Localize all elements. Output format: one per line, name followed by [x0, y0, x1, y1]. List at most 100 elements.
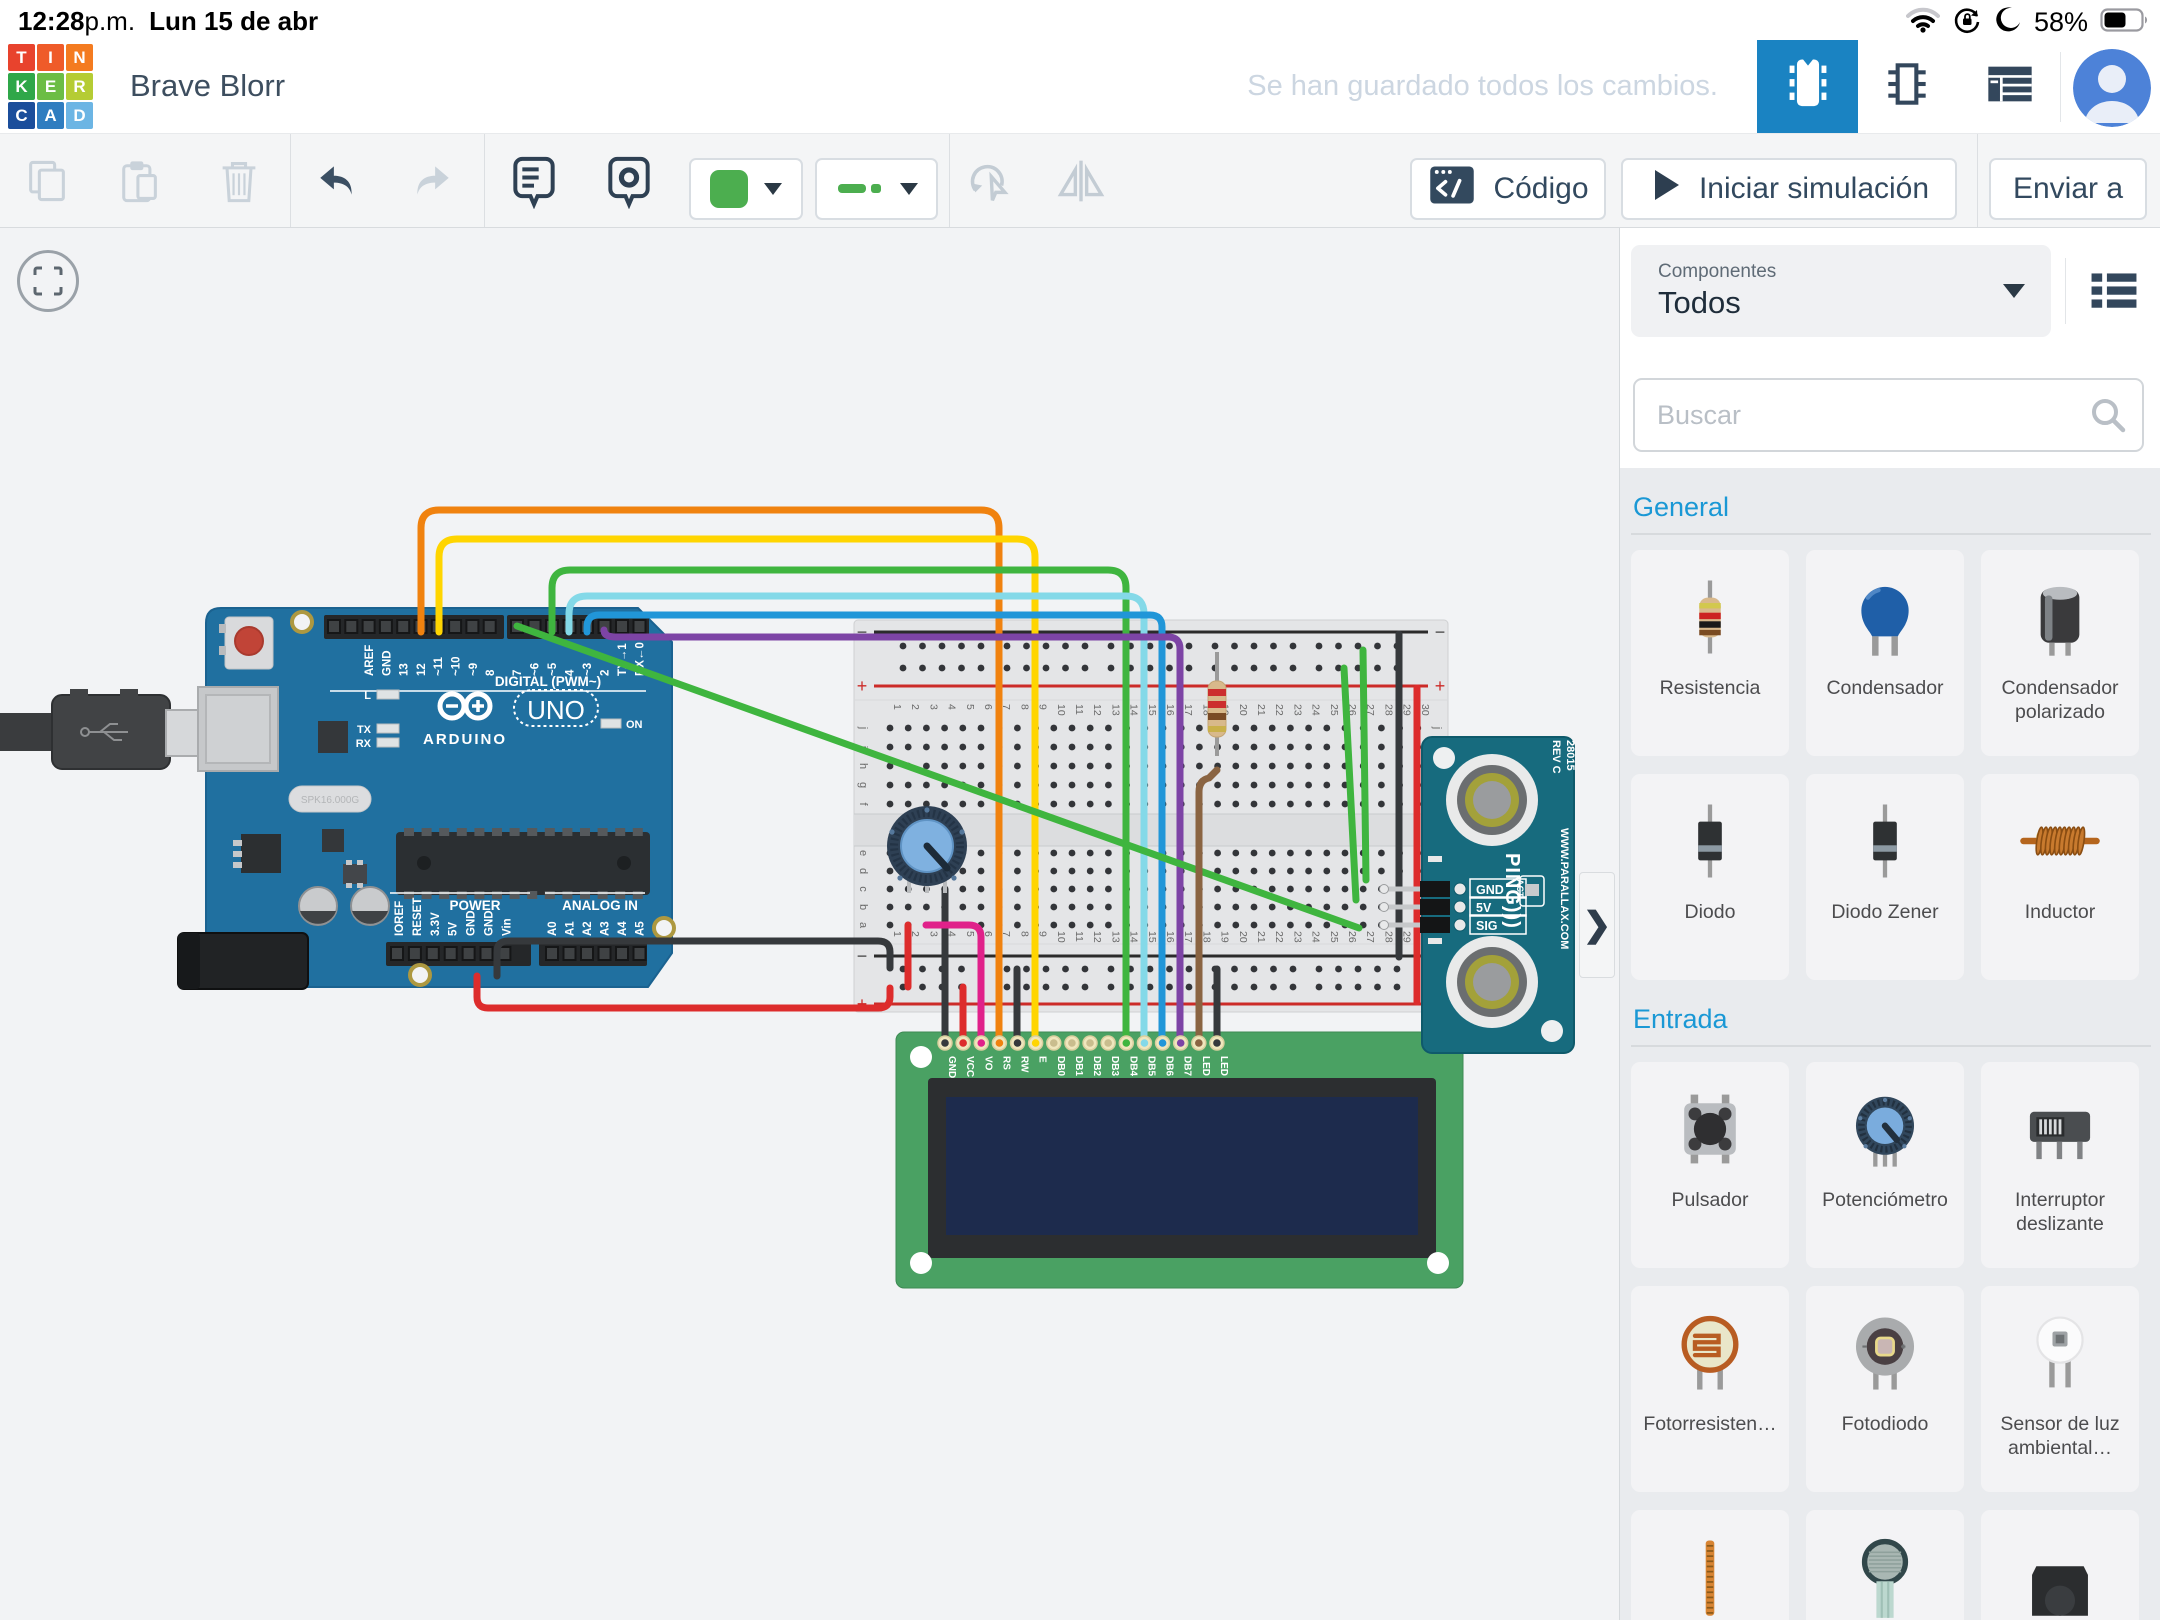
svg-text:13: 13 [1109, 704, 1121, 716]
svg-text:RW: RW [1019, 1056, 1030, 1073]
component-card-inductor[interactable]: Inductor [1981, 774, 2139, 980]
logo-tile: A [37, 102, 64, 129]
label-visibility-button[interactable] [602, 134, 656, 227]
svg-text:~10: ~10 [451, 656, 463, 676]
lcd-16x2[interactable]: GNDVCCVORSRWEDB0DB1DB2DB3DB4DB5DB6DB7LED… [896, 1032, 1463, 1288]
svg-text:A0: A0 [547, 921, 559, 936]
copy-button[interactable] [22, 134, 72, 227]
inductor-icon [2017, 798, 2103, 884]
svg-text:j: j [857, 726, 869, 729]
start-simulation-button[interactable]: Iniciar simulación [1621, 158, 1957, 220]
component-label: Fotorresisten… [1637, 1412, 1782, 1436]
undo-button[interactable] [312, 134, 362, 227]
component-card-photoresistor[interactable]: Fotorresisten… [1631, 1286, 1789, 1492]
svg-text:11: 11 [1073, 931, 1085, 942]
component-card-photodiode[interactable]: Fotodiodo [1806, 1286, 1964, 1492]
svg-text:e: e [857, 850, 869, 856]
logo-tile: N [66, 44, 93, 71]
color-picker-button[interactable] [689, 158, 803, 220]
rotate-button[interactable] [962, 134, 1016, 227]
svg-text:28: 28 [1382, 704, 1394, 716]
svg-text:2: 2 [600, 670, 612, 676]
wire-ping-gnd-green[interactable] [1363, 650, 1366, 880]
section-heading: General [1633, 492, 2151, 523]
component-card-resistor[interactable]: Resistencia [1631, 550, 1789, 756]
component-card-diode-zener[interactable]: Diodo Zener [1806, 774, 1964, 980]
svg-text:a: a [857, 922, 869, 929]
panel-collapse-handle[interactable]: ❯ [1579, 872, 1615, 978]
svg-text:30: 30 [1419, 704, 1431, 716]
schematic-view-button[interactable] [1872, 40, 1942, 133]
component-card-pir-sensor[interactable] [1981, 1510, 2139, 1620]
svg-text:A5: A5 [635, 921, 647, 936]
svg-text:1: 1 [891, 704, 903, 710]
svg-text:8: 8 [1018, 704, 1030, 710]
svg-text:6: 6 [982, 704, 994, 710]
svg-text:VCC: VCC [964, 1056, 975, 1077]
circuit-canvas[interactable]: SPK16.000GAREFGND1312~11~10~987~6~54~32T… [0, 228, 1619, 1620]
zoom-to-fit-button[interactable] [17, 250, 79, 312]
search-icon [2088, 395, 2128, 435]
svg-text:2: 2 [909, 704, 921, 710]
svg-text:28: 28 [1382, 931, 1394, 943]
arduino-uno[interactable]: SPK16.000GAREFGND1312~11~10~987~6~54~32T… [0, 608, 674, 989]
component-card-ambient-light-sensor[interactable]: Sensor de luz ambiental… [1981, 1286, 2139, 1492]
component-card-slide-switch[interactable]: Interruptor deslizante [1981, 1062, 2139, 1268]
component-label: Fotodiodo [1836, 1412, 1935, 1436]
component-card-diode[interactable]: Diodo [1631, 774, 1789, 980]
svg-text:VO: VO [982, 1056, 993, 1071]
circuit-drawing[interactable]: SPK16.000GAREFGND1312~11~10~987~6~54~32T… [0, 228, 1619, 1620]
list-view-toggle[interactable] [2088, 266, 2140, 319]
search-input[interactable] [1633, 378, 2144, 452]
tinkercad-logo[interactable]: TINKERCAD [8, 44, 93, 129]
component-label: Potenciómetro [1816, 1188, 1954, 1212]
wire-type-button[interactable] [815, 158, 938, 220]
chip-icon [1881, 56, 1933, 117]
resistor-icon [1667, 574, 1753, 660]
svg-text:E: E [1037, 1056, 1048, 1063]
component-card-capacitor[interactable]: Condensador [1806, 550, 1964, 756]
rotation-lock-icon [1952, 5, 1982, 40]
slide-switch-icon [2017, 1086, 2103, 1172]
component-label: Pulsador [1666, 1188, 1755, 1212]
mirror-button[interactable] [1054, 134, 1108, 227]
components-filter-dropdown[interactable]: Componentes Todos [1631, 245, 2051, 337]
svg-text:23: 23 [1291, 704, 1303, 716]
svg-text:20: 20 [1237, 704, 1249, 716]
component-card-pushbutton[interactable]: Pulsador [1631, 1062, 1789, 1268]
svg-text:c: c [857, 886, 869, 892]
send-to-button[interactable]: Enviar a [1989, 158, 2147, 220]
svg-text:28015: 28015 [1564, 740, 1576, 771]
code-button[interactable]: Código [1410, 158, 1606, 220]
wifi-icon [1906, 7, 1940, 38]
svg-text:j: j [1431, 726, 1443, 729]
potentiometer-component[interactable] [887, 806, 967, 893]
breadboard-view-button[interactable] [1757, 40, 1858, 133]
svg-text:3.3V: 3.3V [430, 912, 442, 936]
svg-text:5: 5 [964, 931, 976, 937]
svg-text:WWW.PARALLAX.COM: WWW.PARALLAX.COM [1558, 828, 1570, 949]
delete-button[interactable] [214, 134, 264, 227]
avatar[interactable] [2073, 49, 2151, 127]
svg-text:~11: ~11 [433, 657, 445, 676]
component-list-view-button[interactable] [1975, 40, 2045, 133]
svg-text:12: 12 [416, 663, 428, 676]
ambient-light-sensor-icon [2017, 1310, 2103, 1396]
svg-text:ACT: ACT [1515, 879, 1525, 898]
svg-text:22: 22 [1273, 931, 1285, 943]
svg-text:+: + [1435, 676, 1446, 696]
logo-tile: C [8, 102, 35, 129]
component-card-flex-sensor[interactable] [1631, 1510, 1789, 1620]
component-card-force-sensor[interactable] [1806, 1510, 1964, 1620]
component-card-capacitor-polarized[interactable]: Condensador polarizado [1981, 550, 2139, 756]
svg-text:GND: GND [946, 1056, 957, 1078]
notes-button[interactable] [507, 134, 561, 227]
component-card-potentiometer[interactable]: Potenciómetro [1806, 1062, 1964, 1268]
svg-text:GND: GND [466, 910, 478, 936]
paste-button[interactable] [114, 134, 164, 227]
photodiode-icon [1842, 1310, 1928, 1396]
chevron-down-icon [2003, 284, 2025, 298]
document-title[interactable]: Brave Blorr [130, 68, 285, 104]
redo-button[interactable] [407, 134, 457, 227]
wire-type-icon [836, 172, 884, 206]
